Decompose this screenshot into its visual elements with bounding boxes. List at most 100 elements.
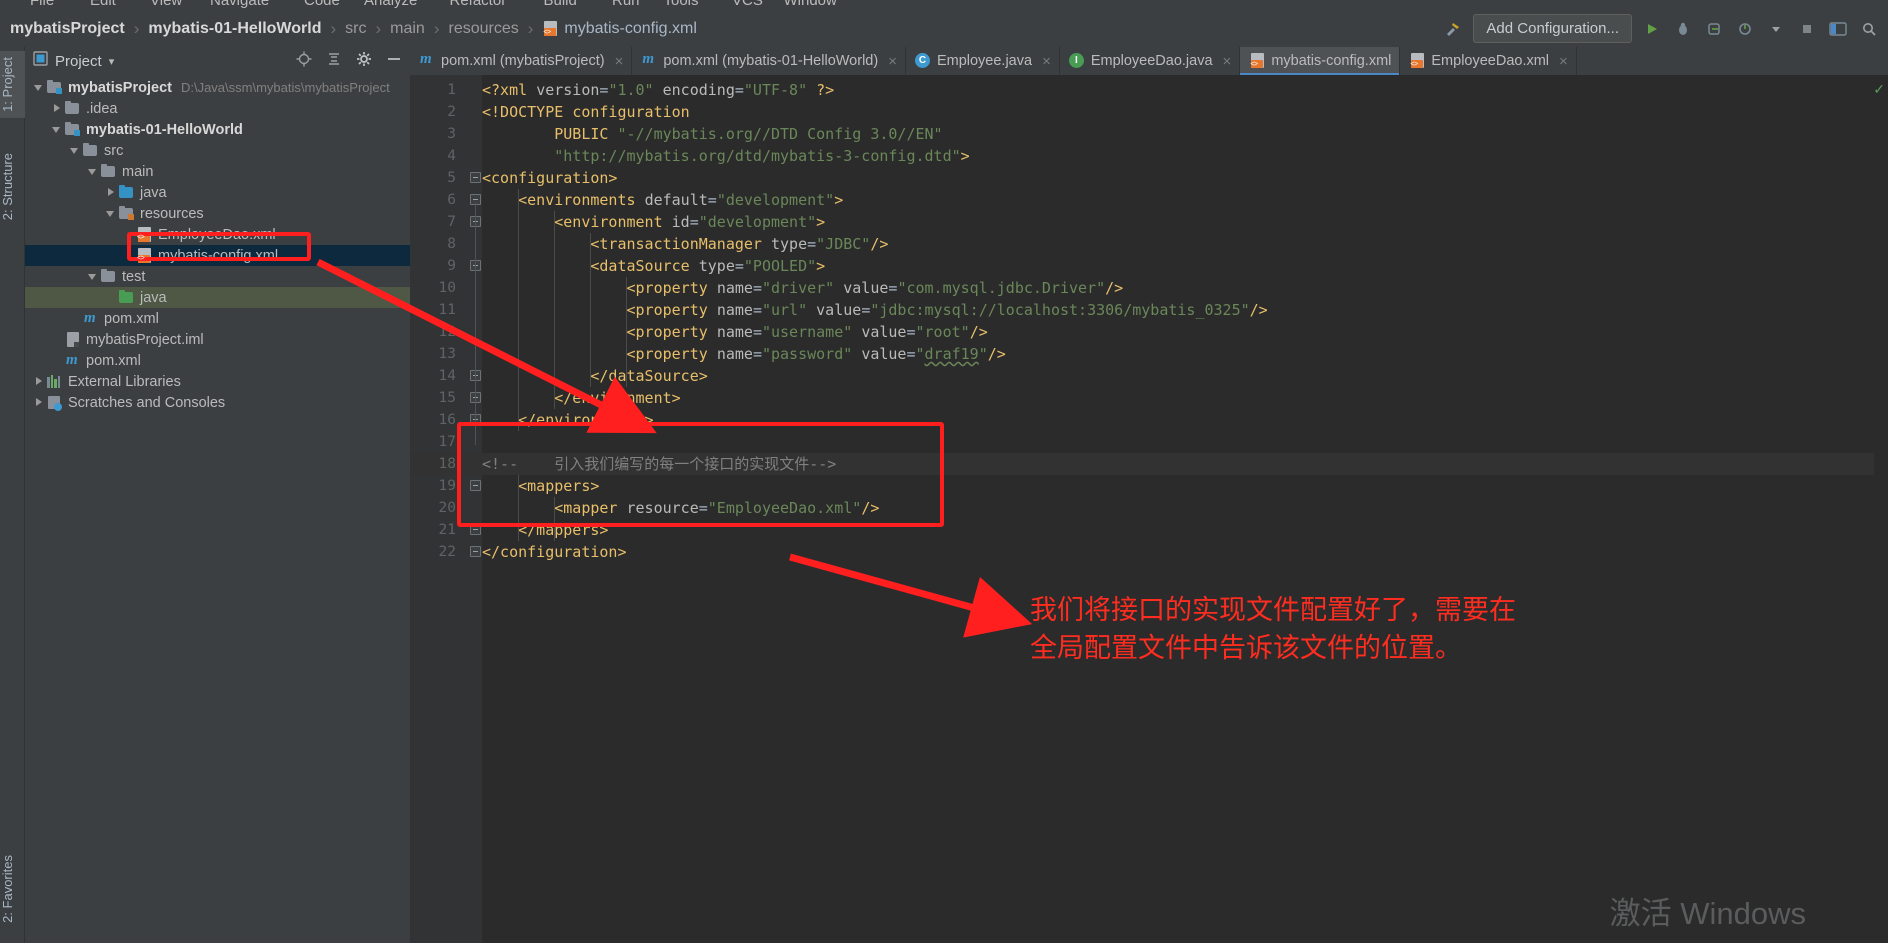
code-editor[interactable]: 1 <?xml version="1.0" encoding="UTF-8" ?>… [410,75,1888,943]
gear-icon[interactable] [356,51,372,72]
project-tree[interactable]: mybatisProject D:\Java\ssm\mybatis\mybati… [25,75,410,943]
chevron-down-icon[interactable] [33,81,46,94]
close-icon[interactable]: × [1042,53,1051,70]
close-icon[interactable]: × [1223,53,1232,70]
tree-node-scratches-and-consoles[interactable]: Scratches and Consoles [25,392,410,413]
fold-toggle[interactable] [470,524,481,535]
tree-node--idea[interactable]: .idea [25,98,410,119]
navbar-right-controls[interactable]: Add Configuration... [1442,10,1880,47]
close-icon[interactable]: × [1559,53,1568,70]
fold-toggle[interactable] [470,546,481,557]
chevron-down-icon[interactable] [51,123,64,136]
tree-node-employeedao-xml[interactable]: <> EmployeeDao.xml [25,224,410,245]
add-configuration-button[interactable]: Add Configuration... [1473,14,1632,43]
menu-item-refactor[interactable]: Refactor [450,0,507,9]
menu-item-navigate[interactable]: Navigate [210,0,269,9]
tree-node-java[interactable]: java [25,287,410,308]
layout-icon[interactable] [1827,18,1849,40]
tree-node-java[interactable]: java [25,182,410,203]
chevron-down-icon[interactable] [69,144,82,157]
code-line[interactable]: <mapper resource="EmployeeDao.xml"/> [482,497,879,519]
menu-item-view[interactable]: View [150,0,182,9]
hide-panel-icon[interactable] [386,51,402,72]
search-icon[interactable] [1858,18,1880,40]
close-icon[interactable]: × [615,53,624,70]
breadcrumb-item-mybatisproject[interactable]: mybatisProject [10,20,125,38]
code-line[interactable]: <configuration> [482,167,617,189]
tree-node-mybatis-01-helloworld[interactable]: mybatis-01-HelloWorld [25,119,410,140]
editor-tab-mybatis-config-xml[interactable]: <> mybatis-config.xml [1240,47,1401,75]
menu-item-vcs[interactable]: VCS [732,0,763,9]
breadcrumb-item-src[interactable]: src [345,20,366,38]
tree-node-pom-xml[interactable]: m pom.xml [25,350,410,371]
tree-node-mybatisproject[interactable]: mybatisProject D:\Java\ssm\mybatis\mybati… [25,77,410,98]
chevron-right-icon[interactable] [105,186,118,199]
menu-item-analyze[interactable]: Analyze [364,0,417,9]
code-line[interactable]: <!DOCTYPE configuration [482,101,690,123]
code-line[interactable]: </mappers> [482,519,608,541]
code-content[interactable]: 1 <?xml version="1.0" encoding="UTF-8" ?>… [410,75,1888,943]
menu-item-build[interactable]: Build [544,0,577,9]
chevron-down-icon[interactable] [87,270,100,283]
tree-node-src[interactable]: src [25,140,410,161]
code-line[interactable]: </environment> [482,387,680,409]
code-line[interactable]: <dataSource type="POOLED"> [482,255,825,277]
code-line[interactable]: <property name="url" value="jdbc:mysql:/… [482,299,1268,321]
debug-icon[interactable] [1672,18,1694,40]
menu-item-tools[interactable]: Tools [664,0,699,9]
tree-node-resources[interactable]: resources [25,203,410,224]
code-line[interactable]: PUBLIC "-//mybatis.org//DTD Config 3.0//… [482,123,942,145]
code-line[interactable]: <transactionManager type="JDBC"/> [482,233,888,255]
tool-window-tab-structure[interactable]: 2: Structure [0,147,25,226]
editor-scrollbar[interactable]: ✓ [1873,75,1888,943]
code-line[interactable]: <!-- 引入我们编写的每一个接口的实现文件--> [482,453,836,475]
collapse-all-icon[interactable] [326,51,342,72]
profile-icon[interactable] [1734,18,1756,40]
code-line[interactable]: </dataSource> [482,365,707,387]
editor-tab-pom-xml-mybatisproject-[interactable]: m pom.xml (mybatisProject) × [410,47,633,75]
fold-toggle[interactable] [470,480,481,491]
code-line[interactable]: <environment id="development"> [482,211,825,233]
fold-toggle[interactable] [470,172,481,183]
breadcrumb-item-main[interactable]: main [390,20,425,38]
editor-tab-bar[interactable]: m pom.xml (mybatisProject) × m pom.xml (myba… [410,47,1888,75]
hammer-icon[interactable] [1442,18,1464,40]
chevron-right-icon[interactable] [33,396,46,409]
tool-window-tab-favorites[interactable]: 2: Favorites [0,849,25,929]
code-line[interactable]: "http://mybatis.org/dtd/mybatis-3-config… [482,145,969,167]
run-with-coverage-icon[interactable] [1703,18,1725,40]
chevron-right-icon[interactable] [51,102,64,115]
tree-node-pom-xml[interactable]: m pom.xml [25,308,410,329]
menu-item-edit[interactable]: Edit [90,0,116,9]
breadcrumb-item-resources[interactable]: resources [449,20,519,38]
tool-window-tab-project[interactable]: 1: Project [0,51,25,118]
chevron-down-icon[interactable] [1765,18,1787,40]
code-line[interactable]: <mappers> [482,475,599,497]
tree-node-main[interactable]: main [25,161,410,182]
main-menu-bar[interactable]: File Edit View Navigate Code Analyze Refactor B… [0,0,1888,10]
menu-item-code[interactable]: Code [304,0,340,9]
locate-icon[interactable] [296,51,312,72]
editor-tab-employeedao-java[interactable]: I EmployeeDao.java × [1060,47,1241,75]
breadcrumb-item-mybatis-01-helloworld[interactable]: mybatis-01-HelloWorld [148,20,321,38]
tree-node-mybatisproject-iml[interactable]: mybatisProject.iml [25,329,410,350]
breadcrumb-item-mybatis-config-xml[interactable]: <> mybatis-config.xml [542,20,696,38]
tree-node-external-libraries[interactable]: External Libraries [25,371,410,392]
left-tool-strip[interactable]: 1: Project 2: Structure 2: Favorites [0,47,25,943]
editor-tab-employee-java[interactable]: C Employee.java × [906,47,1060,75]
chevron-down-icon[interactable]: ▾ [109,55,115,68]
stop-icon[interactable] [1796,18,1818,40]
editor-tab-employeedao-xml[interactable]: <> EmployeeDao.xml × [1400,47,1577,75]
code-line[interactable]: <property name="password" value="draf19"… [482,343,1006,365]
tree-node-test[interactable]: test [25,266,410,287]
code-line[interactable]: </environments> [482,409,653,431]
tree-node-mybatis-config-xml[interactable]: <> mybatis-config.xml [25,245,410,266]
code-line[interactable]: <environments default="development"> [482,189,843,211]
chevron-down-icon[interactable] [87,165,100,178]
chevron-right-icon[interactable] [33,375,46,388]
code-line[interactable]: <?xml version="1.0" encoding="UTF-8" ?> [482,79,834,101]
menu-item-window[interactable]: Window [784,0,837,9]
run-icon[interactable] [1641,18,1663,40]
menu-item-file[interactable]: File [30,0,54,9]
code-line[interactable]: </configuration> [482,541,627,563]
